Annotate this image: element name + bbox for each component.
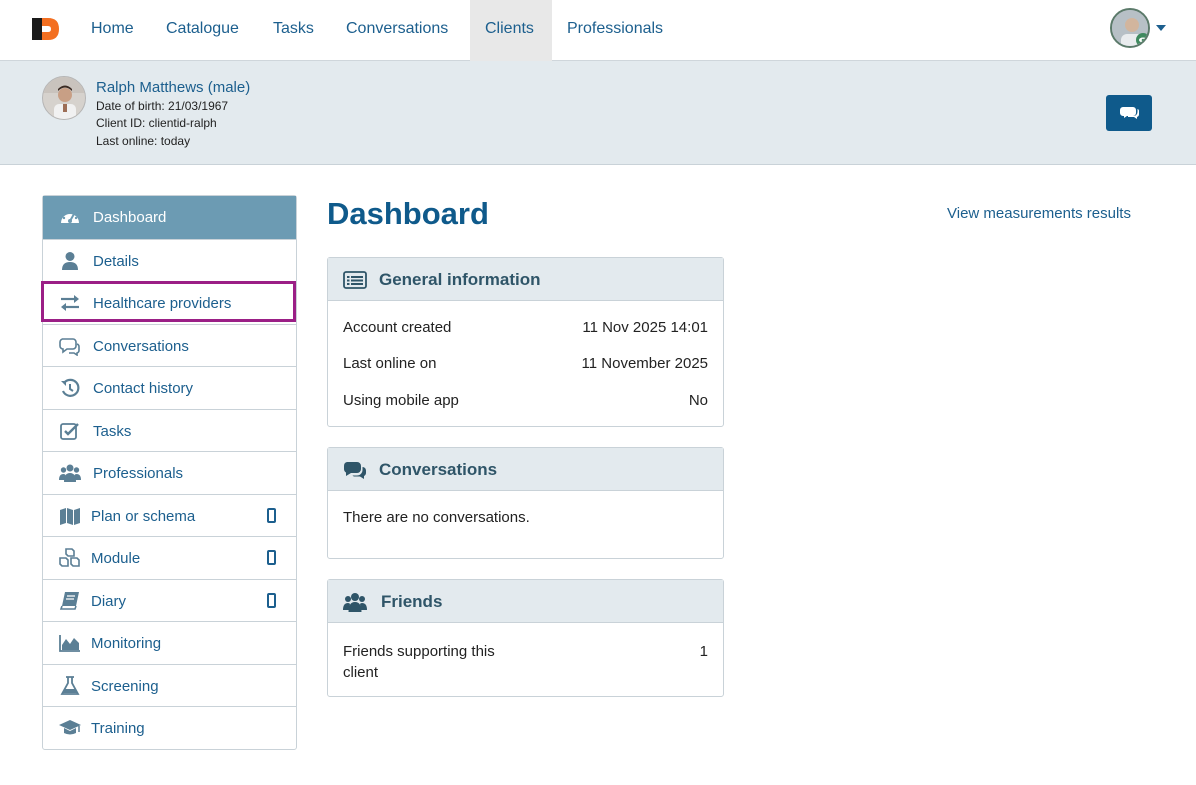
nav-catalogue[interactable]: Catalogue — [151, 0, 254, 61]
sidebar-item-module[interactable]: Module — [43, 536, 296, 579]
sidebar-item-label: Details — [93, 252, 139, 270]
app-logo[interactable] — [28, 14, 62, 44]
sidebar-item-label: Training — [91, 720, 145, 737]
sidebar-item-contact-history[interactable]: Contact history — [43, 366, 296, 409]
sidebar-item-label: Contact history — [93, 380, 194, 397]
friends-row: Friends supporting this client 1 — [343, 641, 708, 683]
comments-icon — [1120, 107, 1140, 119]
dashboard-icon — [61, 210, 79, 223]
sidebar-item-label: Module — [91, 550, 141, 567]
history-icon — [61, 378, 80, 397]
client-avatar — [42, 76, 86, 120]
sidebar-item-healthcare-providers[interactable]: Healthcare providers — [43, 281, 296, 324]
client-dob: Date of birth: 21/03/1967 — [96, 99, 229, 113]
list-alt-icon — [343, 271, 367, 289]
panel-header: General information — [328, 258, 723, 301]
chevron-down-icon[interactable] — [1156, 25, 1166, 31]
sidebar-item-dashboard[interactable]: Dashboard — [43, 196, 296, 239]
cubes-icon — [59, 548, 80, 567]
no-conversations-text: There are no conversations. — [343, 509, 530, 526]
nav-conversations[interactable]: Conversations — [331, 0, 463, 61]
panel-title: General information — [379, 270, 541, 289]
user-icon — [62, 251, 78, 270]
panel-header: Friends — [328, 580, 723, 623]
friends-count: 1 — [699, 643, 708, 660]
user-avatar[interactable] — [1110, 8, 1150, 48]
sidebar-item-training[interactable]: Training — [43, 706, 296, 749]
info-label: Last online on — [343, 355, 437, 372]
friends-label-line-1: Friends supporting this — [343, 643, 495, 660]
map-icon — [60, 507, 80, 525]
sidebar-item-diary[interactable]: Diary — [43, 578, 296, 622]
client-header: Ralph Matthews (male) Date of birth: 21/… — [0, 61, 1196, 165]
info-label: Using mobile app — [343, 392, 459, 409]
general-information-panel: General information Account created 11 N… — [327, 257, 724, 427]
sidebar-item-label: Conversations — [93, 337, 189, 355]
nav-clients[interactable]: Clients — [470, 0, 552, 61]
top-navbar: Home Catalogue Tasks Conversations Clien… — [0, 0, 1196, 61]
panel-title: Conversations — [379, 460, 498, 479]
sidebar-item-label: Screening — [91, 677, 159, 695]
chat-button[interactable] — [1106, 95, 1152, 131]
info-row-mobile-app: Using mobile app No — [343, 392, 708, 409]
page-title: Dashboard — [327, 196, 489, 231]
sidebar-item-screening[interactable]: Screening — [43, 663, 296, 707]
users-icon — [343, 593, 367, 612]
sidebar-item-professionals[interactable]: Professionals — [43, 451, 296, 494]
comments-icon — [343, 462, 366, 479]
sidebar-item-label: Diary — [91, 592, 127, 610]
comments-icon — [59, 337, 80, 356]
info-row-account-created: Account created 11 Nov 2025 14:01 — [343, 319, 708, 336]
sidebar-item-label: Healthcare providers — [93, 295, 232, 312]
conversations-panel: Conversations There are no conversations… — [327, 447, 724, 559]
book-icon — [59, 591, 79, 610]
client-name[interactable]: Ralph Matthews (male) — [96, 79, 250, 96]
sidebar-item-details[interactable]: Details — [43, 238, 296, 282]
user-photo-icon — [1112, 10, 1148, 46]
info-value: 11 Nov 2025 14:01 — [582, 319, 708, 336]
nav-professionals[interactable]: Professionals — [552, 0, 678, 61]
graduation-cap-icon — [59, 720, 81, 735]
exchange-icon — [61, 295, 79, 311]
sidebar-item-plan-or-schema[interactable]: Plan or schema — [43, 493, 296, 537]
info-label: Account created — [343, 319, 452, 336]
sidebar-item-tasks[interactable]: Tasks — [43, 408, 296, 452]
check-square-icon — [60, 422, 79, 440]
sidebar-item-label: Dashboard — [93, 209, 167, 226]
mobile-icon — [267, 550, 276, 565]
info-value: No — [688, 392, 708, 409]
flask-icon — [60, 675, 80, 695]
friends-label-line-2: client — [343, 664, 379, 681]
users-icon — [59, 464, 81, 482]
view-measurements-link[interactable]: View measurements results — [947, 205, 1131, 222]
sidebar-menu: Dashboard Details Healthcare providers C… — [42, 195, 297, 750]
friends-panel: Friends Friends supporting this client 1 — [327, 579, 724, 697]
info-row-last-online: Last online on 11 November 2025 — [343, 355, 708, 372]
nav-home[interactable]: Home — [76, 0, 149, 61]
client-last-online: Last online: today — [96, 134, 191, 148]
panel-header: Conversations — [328, 448, 723, 491]
sidebar-item-label: Monitoring — [91, 635, 162, 652]
sidebar-item-label: Plan or schema — [91, 507, 196, 525]
friends-label: Friends supporting this client — [343, 641, 708, 683]
sidebar-item-label: Professionals — [93, 465, 184, 482]
sidebar-item-label: Tasks — [93, 422, 132, 440]
mobile-icon — [267, 592, 276, 608]
client-id: Client ID: clientid-ralph — [96, 116, 217, 130]
client-photo-icon — [43, 77, 85, 119]
area-chart-icon — [59, 635, 80, 652]
mobile-icon — [267, 507, 276, 523]
info-value: 11 November 2025 — [581, 355, 708, 372]
sidebar-item-conversations[interactable]: Conversations — [43, 323, 296, 367]
panel-title: Friends — [381, 592, 443, 611]
sidebar-item-monitoring[interactable]: Monitoring — [43, 621, 296, 664]
nav-tasks[interactable]: Tasks — [258, 0, 329, 61]
